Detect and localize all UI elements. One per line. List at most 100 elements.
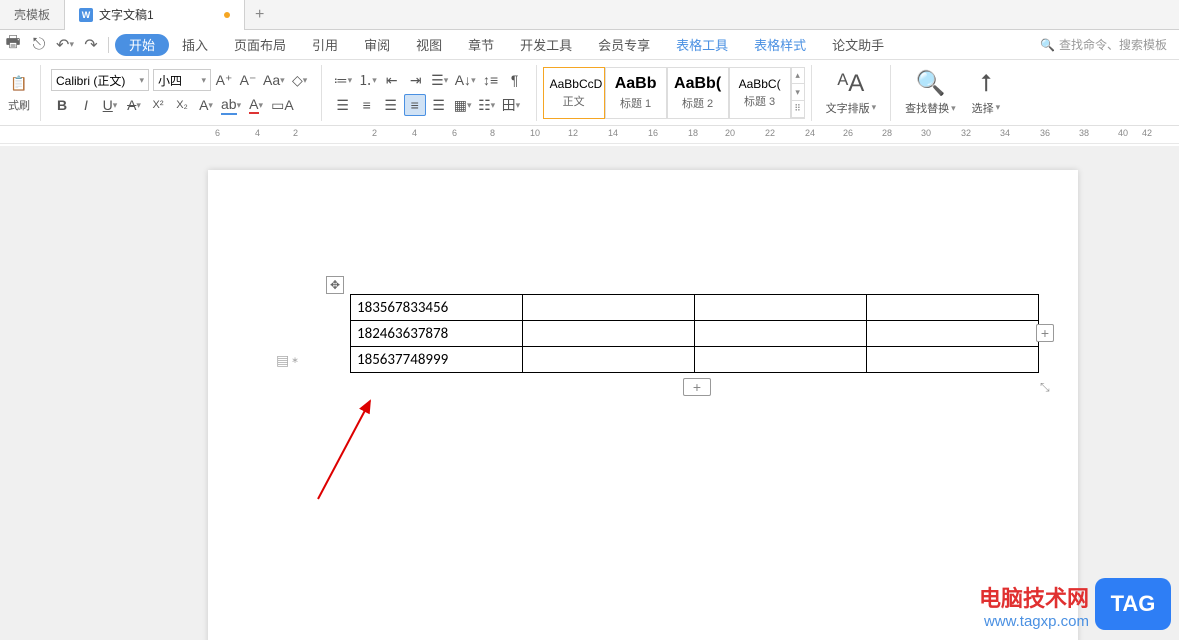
page[interactable]: ▤∗ ✥ 183567833456 182463637878 185637748… [208,170,1078,640]
show-marks-button[interactable]: ¶ [504,69,526,91]
menu-table-style[interactable]: 表格样式 [741,30,819,60]
table-cell[interactable]: 183567833456 [351,295,523,321]
tab-label: 文字文稿1 [99,6,154,23]
borders-button[interactable]: 田▾ [500,94,523,116]
ruler-mark: 38 [1079,128,1089,138]
ruler-mark: 8 [490,128,495,138]
bullets-button[interactable]: ≔▾ [332,69,355,91]
redo-icon[interactable]: ↷ [80,34,102,56]
find-replace-group[interactable]: 🔍 查找替换▾ [897,65,964,120]
ruler-mark: 6 [452,128,457,138]
subscript-button[interactable]: X₂ [171,94,193,116]
menu-dev[interactable]: 开发工具 [507,30,585,60]
ruler-mark: 30 [921,128,931,138]
print-icon[interactable]: 🖶 [2,34,24,56]
italic-button[interactable]: I [75,94,97,116]
table-cell[interactable] [695,321,867,347]
table-cell[interactable] [695,295,867,321]
text-direction-button[interactable]: ☰▾ [429,69,451,91]
shading-button[interactable]: ▦▾ [452,94,474,116]
search-input[interactable]: 🔍 查找命令、搜索模板 [1040,36,1177,53]
change-case-button[interactable]: Aa▾ [261,69,287,91]
char-shading-button[interactable]: ▭A [269,94,296,116]
align-right-button[interactable]: ☰ [380,94,402,116]
sort-button[interactable]: A↓▾ [453,69,478,91]
chevron-down-icon: ▾ [996,102,1001,113]
line-spacing-button[interactable]: ↕≡ [480,69,502,91]
style-up-button[interactable]: ▴ [792,68,804,85]
table-row[interactable]: 185637748999 [351,347,1039,373]
font-size-select[interactable]: 小四▾ [153,69,211,91]
horizontal-ruler[interactable]: 6422468101214161820222426283032343638404… [0,126,1179,144]
preview-icon[interactable]: ⎋ [28,34,50,56]
style-normal[interactable]: AaBbCcD 正文 [543,67,605,119]
table-cell[interactable] [523,321,695,347]
ruler-mark: 40 [1118,128,1128,138]
add-column-button[interactable]: + [1036,324,1054,342]
menu-paper[interactable]: 论文助手 [819,30,897,60]
menu-member[interactable]: 会员专享 [585,30,663,60]
menu-review[interactable]: 审阅 [351,30,403,60]
document-table[interactable]: 183567833456 182463637878 185637748999 [350,294,1039,373]
style-heading3[interactable]: AaBbC( 标题 3 [729,67,791,119]
style-more-button[interactable]: ⠿ [792,101,804,118]
decrease-indent-button[interactable]: ⇤ [381,69,403,91]
separator [321,65,322,121]
grow-font-button[interactable]: A⁺ [213,69,235,91]
menu-table-tools[interactable]: 表格工具 [663,30,741,60]
select-group[interactable]: ⭡ 选择▾ [964,66,1009,120]
ruler-mark: 36 [1040,128,1050,138]
ruler-mark: 2 [293,128,298,138]
table-cell[interactable]: 182463637878 [351,321,523,347]
superscript-button[interactable]: X² [147,94,169,116]
font-name-select[interactable]: Calibri (正文)▾ [51,69,149,91]
table-cell[interactable]: 185637748999 [351,347,523,373]
highlight-button[interactable]: ab▾ [219,94,243,116]
tab-template[interactable]: 壳模板 [0,0,65,30]
strikethrough-button[interactable]: A▾ [123,94,145,116]
underline-button[interactable]: U▾ [99,94,121,116]
align-left-button[interactable]: ☰ [332,94,354,116]
separator [536,65,537,121]
toolbar: 📋 式刷 Calibri (正文)▾ 小四▾ A⁺ A⁻ Aa▾ ◇▾ B I … [0,60,1179,126]
menu-view[interactable]: 视图 [403,30,455,60]
text-effects-button[interactable]: A▾ [195,94,217,116]
tabs-button[interactable]: ☷▾ [476,94,498,116]
style-down-button[interactable]: ▾ [792,84,804,101]
menu-chapter[interactable]: 章节 [455,30,507,60]
table-resize-handle[interactable]: ⤡ [1040,380,1050,395]
add-row-button[interactable]: + [683,378,711,396]
table-cell[interactable] [523,347,695,373]
style-heading1[interactable]: AaBb 标题 1 [605,67,667,119]
undo-icon[interactable]: ↶▾ [54,34,76,56]
table-row[interactable]: 182463637878 [351,321,1039,347]
shrink-font-button[interactable]: A⁻ [237,69,259,91]
chevron-down-icon: ▾ [139,75,144,86]
table-cell[interactable] [867,347,1039,373]
increase-indent-button[interactable]: ⇥ [405,69,427,91]
font-color-button[interactable]: A▾ [245,94,267,116]
table-cell[interactable] [695,347,867,373]
typeset-group[interactable]: ᴬA 文字排版▾ [818,66,885,120]
table-move-handle[interactable]: ✥ [326,276,344,294]
distribute-button[interactable]: ☰ [428,94,450,116]
style-heading2[interactable]: AaBb( 标题 2 [667,67,729,119]
table-cell[interactable] [523,295,695,321]
paste-icon[interactable]: 📋 [8,72,30,94]
menu-insert[interactable]: 插入 [169,30,221,60]
table-cell[interactable] [867,295,1039,321]
tab-document[interactable]: W 文字文稿1 [65,0,245,30]
menu-ref[interactable]: 引用 [299,30,351,60]
clear-format-button[interactable]: ◇▾ [289,69,311,91]
new-tab-button[interactable]: + [245,6,275,24]
menu-layout[interactable]: 页面布局 [221,30,299,60]
watermark-tag: TAG [1095,578,1171,630]
align-center-button[interactable]: ≡ [356,94,378,116]
menu-start[interactable]: 开始 [115,34,169,56]
table-row[interactable]: 183567833456 [351,295,1039,321]
numbering-button[interactable]: ⒈▾ [356,69,379,91]
bold-button[interactable]: B [51,94,73,116]
align-justify-button[interactable]: ≡ [404,94,426,116]
tab-bar: 壳模板 W 文字文稿1 + [0,0,1179,30]
table-cell[interactable] [867,321,1039,347]
